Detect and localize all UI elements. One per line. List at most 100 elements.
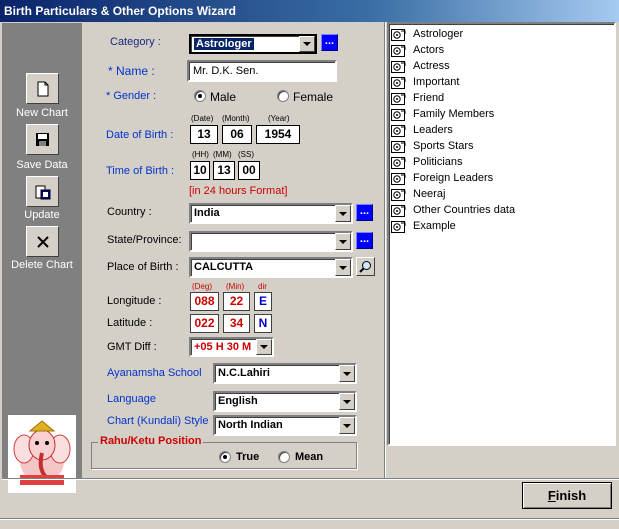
latitude-deg-input[interactable]: 022 <box>190 314 219 333</box>
place-value: CALCUTTA <box>194 261 254 273</box>
gender-female-radio[interactable] <box>277 90 289 102</box>
delete-chart-button[interactable] <box>26 226 59 257</box>
window-title: Birth Particulars & Other Options Wizard <box>0 0 619 22</box>
dob-date-input[interactable]: 13 <box>190 125 218 144</box>
state-browse-button[interactable]: ... <box>356 232 373 249</box>
save-data-button[interactable] <box>26 124 59 155</box>
gender-male-radio[interactable] <box>194 90 206 102</box>
country-browse-button[interactable]: ... <box>356 204 373 221</box>
list-item[interactable]: Other Countries data <box>391 202 515 218</box>
gmt-select[interactable]: +05 H 30 M <box>189 337 274 357</box>
language-label: Language <box>107 393 156 405</box>
coord-hint-min: (Min) <box>226 282 245 291</box>
delete-x-icon <box>36 235 49 248</box>
update-button[interactable] <box>26 176 59 207</box>
gmt-label: GMT Diff : <box>107 341 157 353</box>
chart-style-label: Chart (Kundali) Style <box>107 415 209 427</box>
dob-hint-date: (Date) <box>191 114 214 123</box>
list-item[interactable]: Foreign Leaders <box>391 170 493 186</box>
list-item[interactable]: Astrologer <box>391 26 463 42</box>
list-item[interactable]: Important <box>391 74 459 90</box>
list-item-label: Family Members <box>413 108 495 120</box>
side-toolbar: New Chart Save Data Update Delete Chart <box>2 23 82 493</box>
folder-gear-icon <box>391 60 406 73</box>
name-input[interactable]: Mr. D.K. Sen. <box>187 60 337 82</box>
list-item-label: Important <box>413 76 460 88</box>
finish-label: inish <box>555 488 587 503</box>
country-select[interactable]: India <box>189 203 353 224</box>
folder-gear-icon <box>391 44 406 57</box>
language-value: English <box>218 395 258 407</box>
finish-button[interactable]: Finish <box>522 482 612 509</box>
coord-hint-deg: (Deg) <box>192 282 213 291</box>
list-item[interactable]: Leaders <box>391 122 453 138</box>
folder-gear-icon <box>391 124 406 137</box>
language-dropdown-arrow[interactable] <box>339 393 355 410</box>
folder-gear-icon <box>391 108 406 121</box>
longitude-dir-input[interactable]: E <box>254 292 272 311</box>
state-dropdown-arrow[interactable] <box>335 233 351 250</box>
list-item-label: Example <box>413 220 456 232</box>
vertical-divider <box>384 22 386 478</box>
category-browse-button[interactable]: ... <box>321 34 338 51</box>
list-item[interactable]: Friend <box>391 90 444 106</box>
tob-hint-hh: (HH) <box>192 150 209 159</box>
list-item[interactable]: Neeraj <box>391 186 445 202</box>
category-select[interactable]: Astrologer <box>189 34 317 54</box>
tob-hh-input[interactable]: 10 <box>190 161 210 180</box>
country-label: Country : <box>107 206 152 218</box>
rahu-ketu-label: Rahu/Ketu Position <box>98 435 204 447</box>
dob-month-input[interactable]: 06 <box>222 125 252 144</box>
list-item[interactable]: Example <box>391 218 456 234</box>
name-label: * Name : <box>108 64 155 78</box>
rahu-true-radio[interactable] <box>219 451 231 463</box>
folder-gear-icon <box>391 76 406 89</box>
latitude-label: Latitude : <box>107 317 153 329</box>
list-item-label: Sports Stars <box>413 140 474 152</box>
country-value: India <box>194 207 220 219</box>
list-item[interactable]: Actors <box>391 42 444 58</box>
dob-year-input[interactable]: 1954 <box>256 125 300 144</box>
place-dropdown-arrow[interactable] <box>335 259 351 276</box>
folder-gear-icon <box>391 172 406 185</box>
list-item-label: Astrologer <box>413 28 464 40</box>
list-item[interactable]: Actress <box>391 58 450 74</box>
rahu-mean-radio[interactable] <box>278 451 290 463</box>
list-item[interactable]: Sports Stars <box>391 138 474 154</box>
list-item-label: Politicians <box>413 156 463 168</box>
place-label: Place of Birth : <box>107 261 179 273</box>
folder-gear-icon <box>391 204 406 217</box>
category-dropdown-arrow[interactable] <box>299 36 315 52</box>
list-item-label: Neeraj <box>413 188 446 200</box>
language-select[interactable]: English <box>213 391 357 412</box>
latitude-min-input[interactable]: 34 <box>223 314 250 333</box>
country-dropdown-arrow[interactable] <box>335 205 351 222</box>
state-select[interactable] <box>189 231 353 252</box>
list-item[interactable]: Politicians <box>391 154 463 170</box>
magnifier-icon <box>359 261 371 273</box>
ayanamsha-value: N.C.Lahiri <box>218 367 270 379</box>
longitude-deg-input[interactable]: 088 <box>190 292 219 311</box>
finish-mnemonic: F <box>547 488 556 503</box>
list-item-label: Friend <box>413 92 445 104</box>
category-list[interactable]: Astrologer Actors Actress Important Friend Fa… <box>387 22 616 446</box>
gmt-dropdown-arrow[interactable] <box>256 339 272 355</box>
place-select[interactable]: CALCUTTA <box>189 257 353 278</box>
longitude-min-input[interactable]: 22 <box>223 292 250 311</box>
dob-label: Date of Birth : <box>106 129 174 141</box>
latitude-dir-input[interactable]: N <box>254 314 272 333</box>
list-item[interactable]: Family Members <box>391 106 494 122</box>
ayanamsha-select[interactable]: N.C.Lahiri <box>213 363 357 384</box>
gender-label: * Gender : <box>106 90 157 102</box>
chart-style-select[interactable]: North Indian <box>213 415 357 436</box>
save-data-label: Save Data <box>16 159 68 171</box>
longitude-label: Longitude : <box>107 295 162 307</box>
chart-style-dropdown-arrow[interactable] <box>339 417 355 434</box>
tob-ss-input[interactable]: 00 <box>238 161 260 180</box>
place-search-button[interactable] <box>356 257 375 276</box>
new-chart-button[interactable] <box>26 73 59 104</box>
ayanamsha-dropdown-arrow[interactable] <box>339 365 355 382</box>
folder-gear-icon <box>391 220 406 233</box>
state-label: State/Province: <box>107 234 182 246</box>
tob-mm-input[interactable]: 13 <box>213 161 235 180</box>
